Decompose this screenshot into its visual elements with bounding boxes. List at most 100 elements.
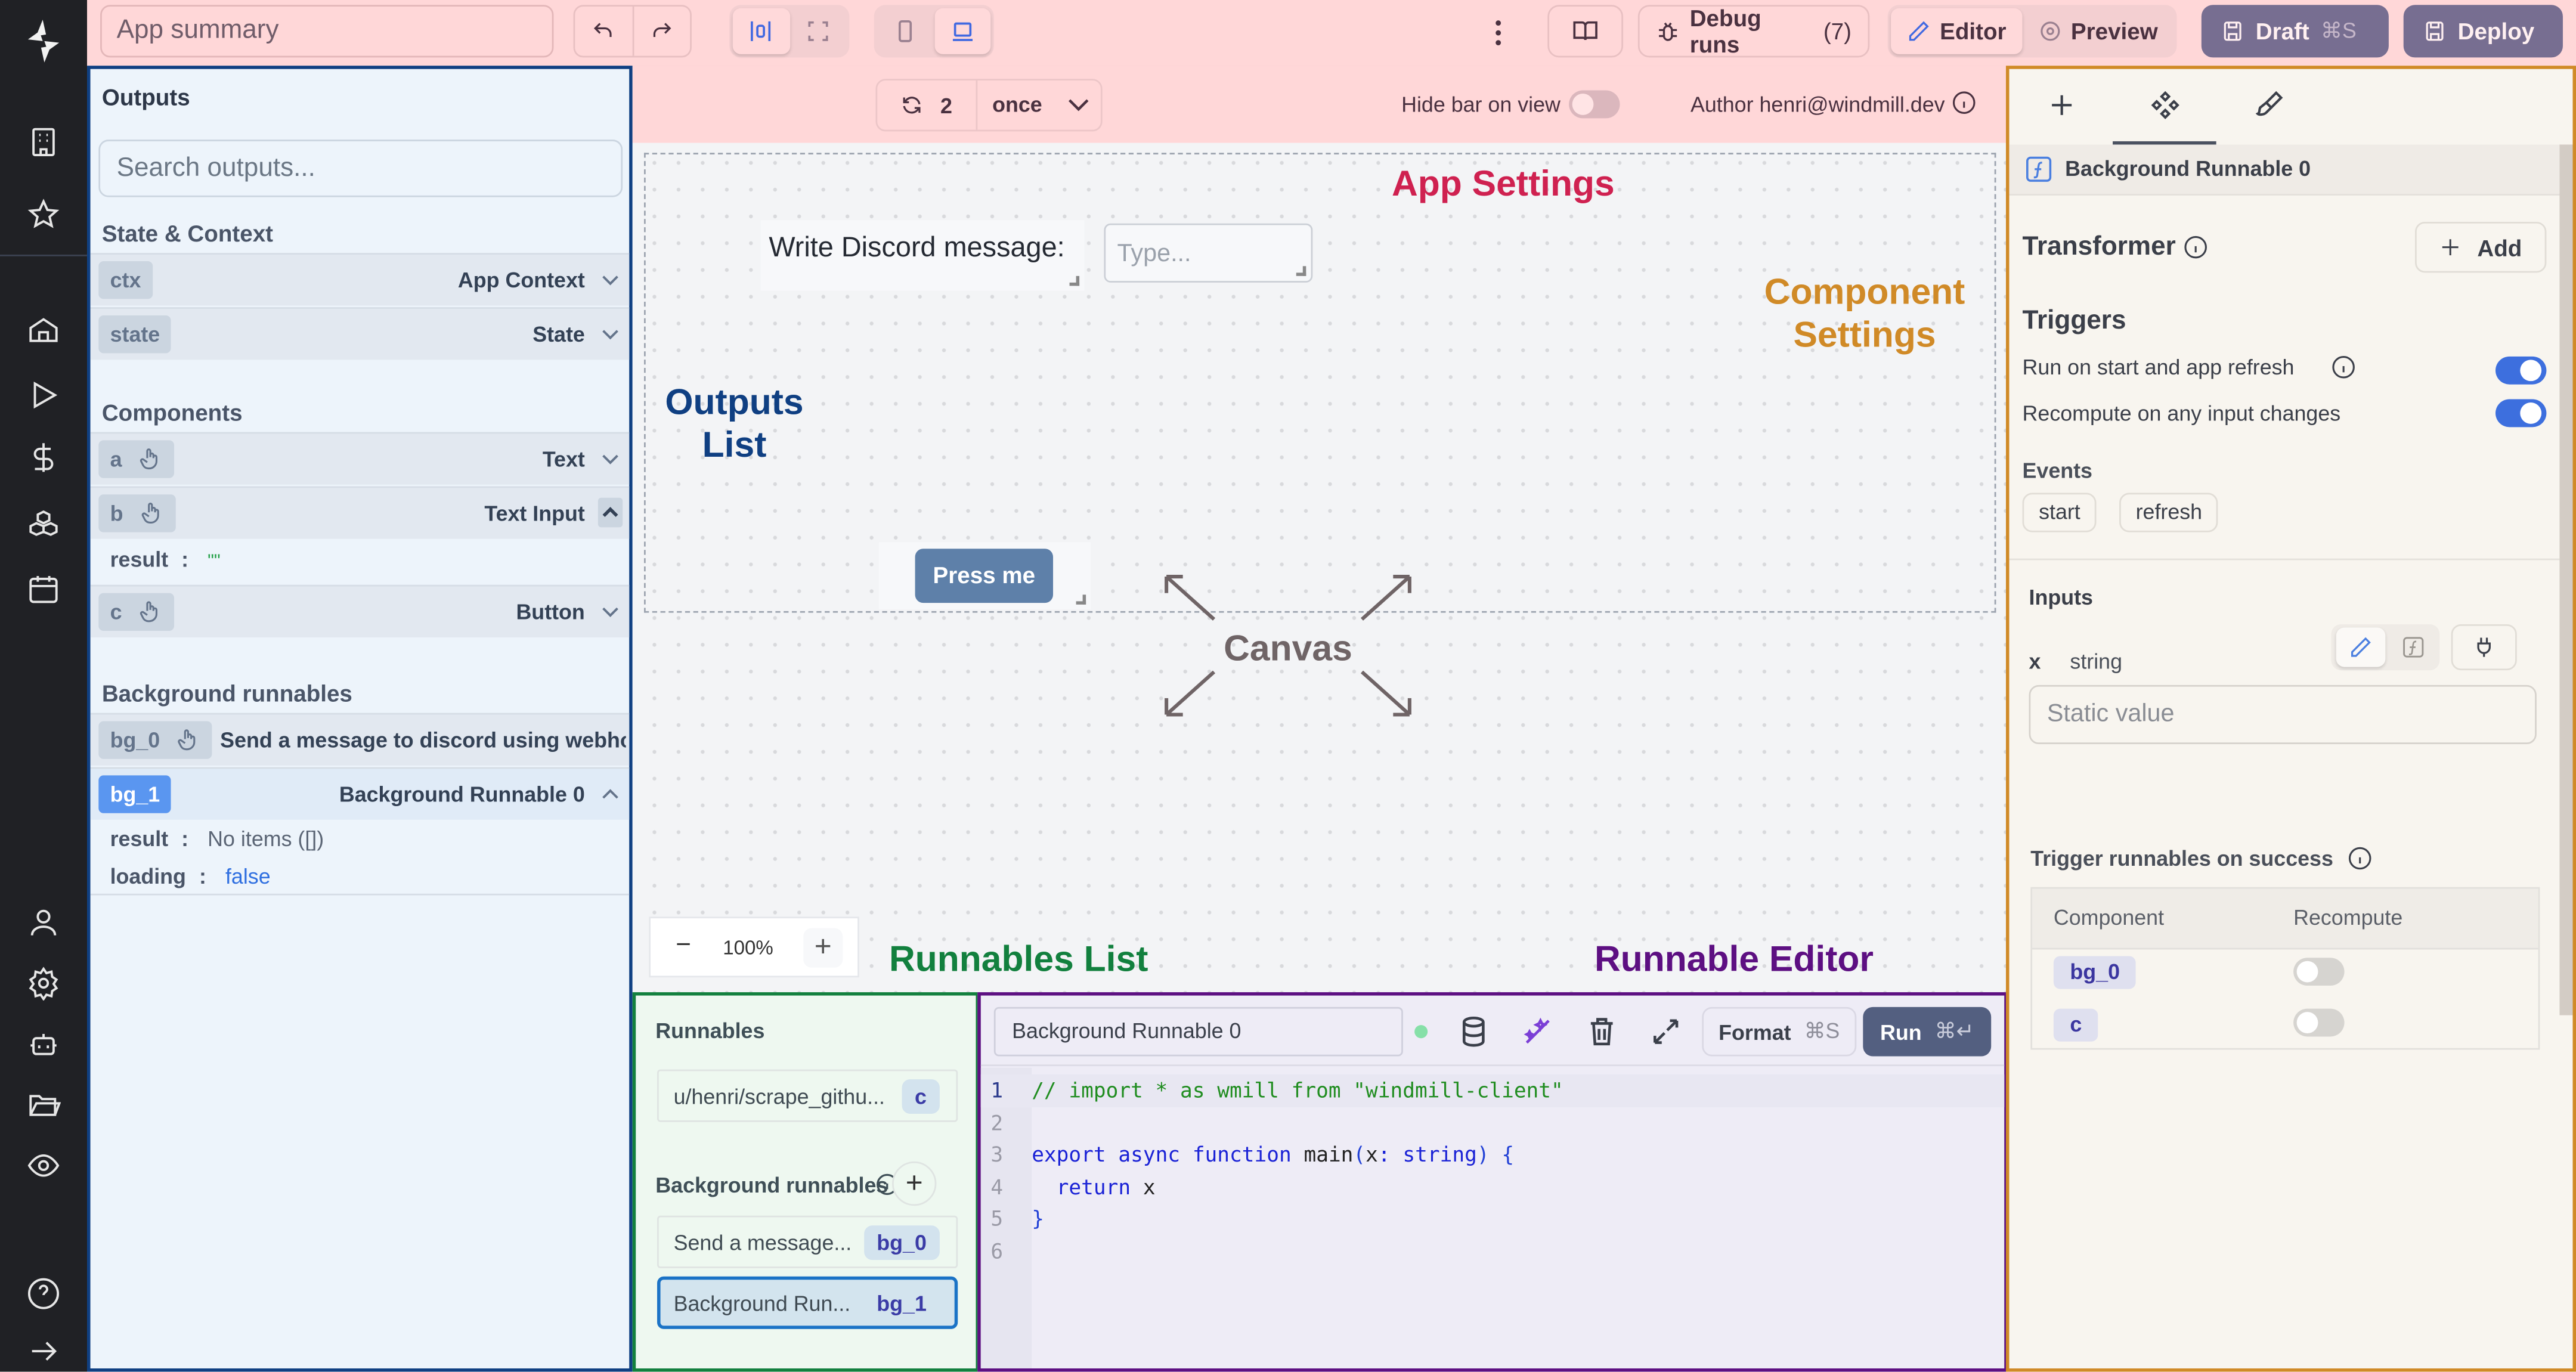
folder-icon[interactable] <box>26 1088 61 1122</box>
boxes-icon[interactable] <box>26 506 61 541</box>
redo-button[interactable] <box>633 7 690 56</box>
button-component[interactable]: Press me <box>878 542 1091 610</box>
inputs-heading: Inputs <box>2029 584 2093 610</box>
info-icon[interactable] <box>2331 355 2355 379</box>
database-icon[interactable] <box>1457 1015 1490 1048</box>
refresh-mode-select[interactable]: once <box>992 92 1042 116</box>
output-row-component-b[interactable]: b Text Input <box>90 486 630 539</box>
docs-button[interactable] <box>1547 5 1624 58</box>
hand-pointer-icon[interactable] <box>138 600 163 624</box>
chevron-down-icon[interactable] <box>600 270 621 291</box>
chevron-down-icon[interactable] <box>600 601 621 622</box>
tab-settings[interactable] <box>2113 69 2216 147</box>
resize-handle[interactable] <box>1296 266 1306 276</box>
info-icon[interactable] <box>1952 91 1976 115</box>
output-row-ctx[interactable]: ctx App Context <box>90 253 630 306</box>
text-component[interactable]: Write Discord message: <box>760 220 1085 291</box>
dollar-icon[interactable] <box>26 440 61 475</box>
result-value[interactable]: No items ([]) <box>208 826 324 851</box>
chevron-up-icon[interactable] <box>600 783 621 805</box>
code-text: return x <box>1056 1173 1156 1198</box>
text-input-component[interactable]: Type... <box>1104 223 1313 283</box>
eye-icon[interactable] <box>26 1148 61 1183</box>
play-icon[interactable] <box>26 378 61 413</box>
info-icon[interactable] <box>2184 235 2208 259</box>
more-options-icon[interactable] <box>1485 18 1512 48</box>
app-canvas[interactable]: Write Discord message: Type... Press me … <box>632 143 2008 994</box>
editor-mode-button[interactable]: Editor <box>1891 8 2023 54</box>
user-icon[interactable] <box>26 905 61 940</box>
static-mode-button[interactable] <box>2336 627 2386 667</box>
desktop-view-button[interactable] <box>934 8 991 54</box>
resize-handle[interactable] <box>1076 594 1086 605</box>
resize-handle[interactable] <box>1069 275 1080 286</box>
chevron-down-icon[interactable] <box>600 448 621 470</box>
debug-runs-button[interactable]: Debug runs (7) <box>1637 5 1870 58</box>
code-text: export async function main(x: string) { <box>1032 1141 1515 1167</box>
recompute-toggle[interactable] <box>2495 399 2547 428</box>
format-button[interactable]: Format ⌘S <box>1702 1006 1857 1057</box>
expand-icon[interactable] <box>1649 1015 1682 1048</box>
hand-pointer-icon[interactable] <box>138 447 163 471</box>
run-on-start-toggle[interactable] <box>2495 356 2547 385</box>
hide-bar-toggle[interactable] <box>1569 90 1620 119</box>
press-me-button[interactable]: Press me <box>915 549 1054 603</box>
settings-icon[interactable] <box>26 966 61 1001</box>
save-draft-button[interactable]: Draft ⌘S <box>2201 5 2389 58</box>
draft-shortcut: ⌘S <box>2321 18 2357 43</box>
bot-icon[interactable] <box>26 1027 61 1061</box>
trash-icon[interactable] <box>1586 1015 1618 1048</box>
output-row-component-c[interactable]: c Button <box>90 584 630 637</box>
zoom-in-button[interactable]: + <box>803 928 843 968</box>
mobile-view-button[interactable] <box>877 8 934 54</box>
zoom-out-button[interactable]: − <box>667 931 700 964</box>
help-icon[interactable] <box>26 1277 61 1311</box>
hand-pointer-icon[interactable] <box>140 501 164 525</box>
search-outputs-input[interactable]: Search outputs... <box>98 140 623 197</box>
add-background-runnable-button[interactable]: + <box>892 1161 937 1206</box>
add-transformer-button[interactable]: Add <box>2414 221 2547 273</box>
result-value[interactable]: "" <box>208 552 221 572</box>
runnable-label: Send a message... <box>673 1230 852 1255</box>
deploy-button[interactable]: Deploy <box>2403 5 2563 58</box>
runnable-item[interactable]: u/henri/scrape_githu... c <box>657 1069 958 1122</box>
chevron-up-button[interactable] <box>597 497 623 528</box>
building-icon[interactable] <box>26 125 61 159</box>
background-runnable-item-selected[interactable]: Background Run... bg_1 <box>657 1276 958 1329</box>
tab-insert[interactable] <box>2009 69 2113 141</box>
code-editor[interactable]: 1 // import * as wmill from "windmill-cl… <box>980 1067 2005 1368</box>
output-row-state[interactable]: state State <box>90 307 630 360</box>
star-icon[interactable] <box>26 197 61 232</box>
refresh-button[interactable]: 2 <box>877 80 978 130</box>
static-value-input[interactable]: Static value <box>2029 685 2537 745</box>
windmill-logo-icon[interactable] <box>23 17 64 66</box>
runnable-label: Background Run... <box>673 1291 851 1316</box>
background-runnable-item[interactable]: Send a message... bg_0 <box>657 1215 958 1268</box>
info-icon[interactable] <box>2348 846 2372 871</box>
calendar-icon[interactable] <box>26 572 61 606</box>
hand-pointer-icon[interactable] <box>177 728 201 752</box>
table-row-recompute-toggle[interactable] <box>2293 958 2345 986</box>
fixed-width-button[interactable] <box>732 8 789 54</box>
ai-wand-icon[interactable] <box>1521 1015 1554 1048</box>
output-label: App Context <box>457 268 585 293</box>
tab-styling[interactable] <box>2216 69 2320 141</box>
chevron-down-icon[interactable] <box>1068 97 1089 114</box>
preview-mode-button[interactable]: Preview <box>2023 8 2174 54</box>
scrollbar[interactable] <box>2559 144 2573 1015</box>
runnable-name-input[interactable]: Background Runnable 0 <box>993 1006 1403 1057</box>
loading-value[interactable]: false <box>225 864 271 888</box>
run-button[interactable]: Run ⌘↵ <box>1863 1006 1992 1057</box>
output-row-bg-0[interactable]: bg_0 Send a message to discord using web… <box>90 713 630 766</box>
output-row-bg-1[interactable]: bg_1 Background Runnable 0 <box>90 767 630 820</box>
chevron-down-icon[interactable] <box>600 324 621 345</box>
app-summary-input[interactable]: App summary <box>100 5 554 58</box>
undo-button[interactable] <box>575 7 634 56</box>
home-icon[interactable] <box>26 312 61 346</box>
table-row-recompute-toggle[interactable] <box>2293 1008 2345 1037</box>
output-row-component-a[interactable]: a Text <box>90 432 630 485</box>
connect-input-button[interactable] <box>2451 624 2517 671</box>
full-width-button[interactable] <box>789 8 846 54</box>
expand-arrow-icon[interactable] <box>26 1334 61 1368</box>
eval-mode-button[interactable] <box>2392 627 2435 667</box>
